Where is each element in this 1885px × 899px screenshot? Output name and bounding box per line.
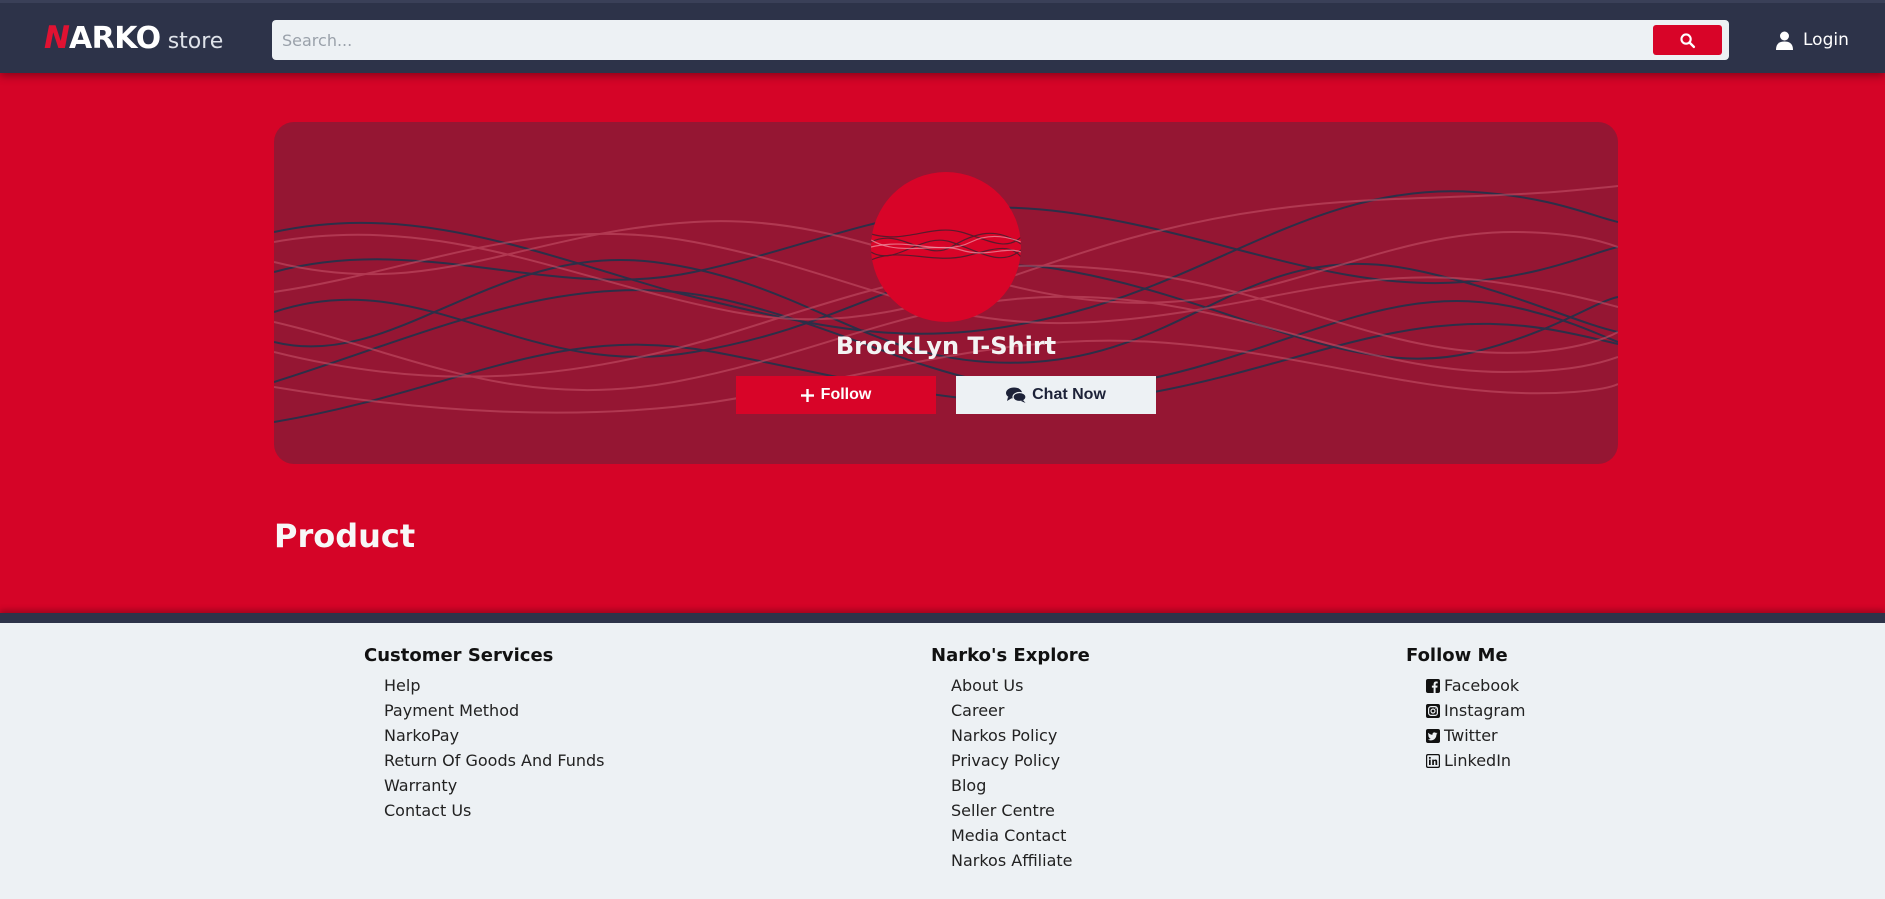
site-footer: Customer Services Help Payment Method Na… bbox=[0, 623, 1885, 899]
main-content: BrockLyn T-Shirt Follow Chat Now Product bbox=[0, 73, 1885, 613]
footer-link-narkos-policy[interactable]: Narkos Policy bbox=[951, 723, 1090, 748]
linkedin-label: LinkedIn bbox=[1444, 751, 1512, 770]
chat-bubbles-icon bbox=[1006, 387, 1027, 403]
follow-label: Follow bbox=[820, 386, 872, 403]
footer-column-title: Customer Services bbox=[364, 645, 554, 666]
instagram-label: Instagram bbox=[1444, 701, 1526, 720]
footer-link-linkedin[interactable]: LinkedIn bbox=[1426, 748, 1525, 773]
user-icon bbox=[1776, 31, 1793, 50]
footer-divider bbox=[0, 613, 1885, 623]
footer-follow-me: Follow Me Facebook Instagram Twitter Lin… bbox=[1406, 645, 1525, 773]
product-section-title: Product bbox=[274, 517, 416, 555]
footer-link-warranty[interactable]: Warranty bbox=[384, 773, 604, 798]
search-input[interactable] bbox=[282, 24, 1642, 56]
footer-link-privacy-policy[interactable]: Privacy Policy bbox=[951, 748, 1090, 773]
footer-link-instagram[interactable]: Instagram bbox=[1426, 698, 1525, 723]
logo-store-text: store bbox=[167, 29, 224, 54]
footer-link-about-us[interactable]: About Us bbox=[951, 673, 1090, 698]
search-bar bbox=[272, 20, 1729, 60]
footer-link-media-contact[interactable]: Media Contact bbox=[951, 823, 1090, 848]
footer-column-title: Follow Me bbox=[1406, 645, 1508, 666]
instagram-icon bbox=[1426, 703, 1440, 718]
logo-wordmark: ARKO bbox=[68, 21, 161, 56]
facebook-icon bbox=[1426, 678, 1440, 693]
footer-link-narkos-affiliate[interactable]: Narkos Affiliate bbox=[951, 848, 1090, 873]
search-button[interactable] bbox=[1653, 25, 1722, 55]
logo-letter-n: N bbox=[44, 20, 70, 56]
linkedin-icon bbox=[1426, 753, 1440, 768]
store-banner: BrockLyn T-Shirt Follow Chat Now bbox=[274, 122, 1618, 464]
footer-link-narkopay[interactable]: NarkoPay bbox=[384, 723, 604, 748]
footer-link-facebook[interactable]: Facebook bbox=[1426, 673, 1525, 698]
login-button[interactable]: Login bbox=[1776, 27, 1849, 53]
chat-now-label: Chat Now bbox=[1032, 386, 1106, 403]
facebook-label: Facebook bbox=[1444, 676, 1520, 695]
twitter-icon bbox=[1426, 728, 1440, 743]
footer-link-payment-method[interactable]: Payment Method bbox=[384, 698, 604, 723]
store-avatar bbox=[871, 172, 1021, 322]
footer-link-seller-centre[interactable]: Seller Centre bbox=[951, 798, 1090, 823]
site-logo[interactable]: N ARKO store bbox=[44, 20, 223, 60]
twitter-label: Twitter bbox=[1444, 726, 1498, 745]
footer-link-career[interactable]: Career bbox=[951, 698, 1090, 723]
footer-narkos-explore: Narko's Explore About Us Career Narkos P… bbox=[931, 645, 1090, 873]
footer-link-blog[interactable]: Blog bbox=[951, 773, 1090, 798]
chat-now-button[interactable]: Chat Now bbox=[956, 376, 1156, 414]
follow-button[interactable]: Follow bbox=[736, 376, 936, 414]
footer-link-contact-us[interactable]: Contact Us bbox=[384, 798, 604, 823]
plus-icon bbox=[800, 388, 814, 402]
login-label: Login bbox=[1803, 30, 1849, 50]
store-name: BrockLyn T-Shirt bbox=[835, 332, 1057, 360]
top-navbar: N ARKO store Login bbox=[0, 0, 1885, 73]
footer-link-return-goods[interactable]: Return Of Goods And Funds bbox=[384, 748, 604, 773]
footer-column-title: Narko's Explore bbox=[931, 645, 1090, 666]
footer-link-twitter[interactable]: Twitter bbox=[1426, 723, 1525, 748]
search-icon bbox=[1679, 32, 1696, 49]
footer-link-help[interactable]: Help bbox=[384, 673, 604, 698]
footer-customer-services: Customer Services Help Payment Method Na… bbox=[364, 645, 604, 823]
